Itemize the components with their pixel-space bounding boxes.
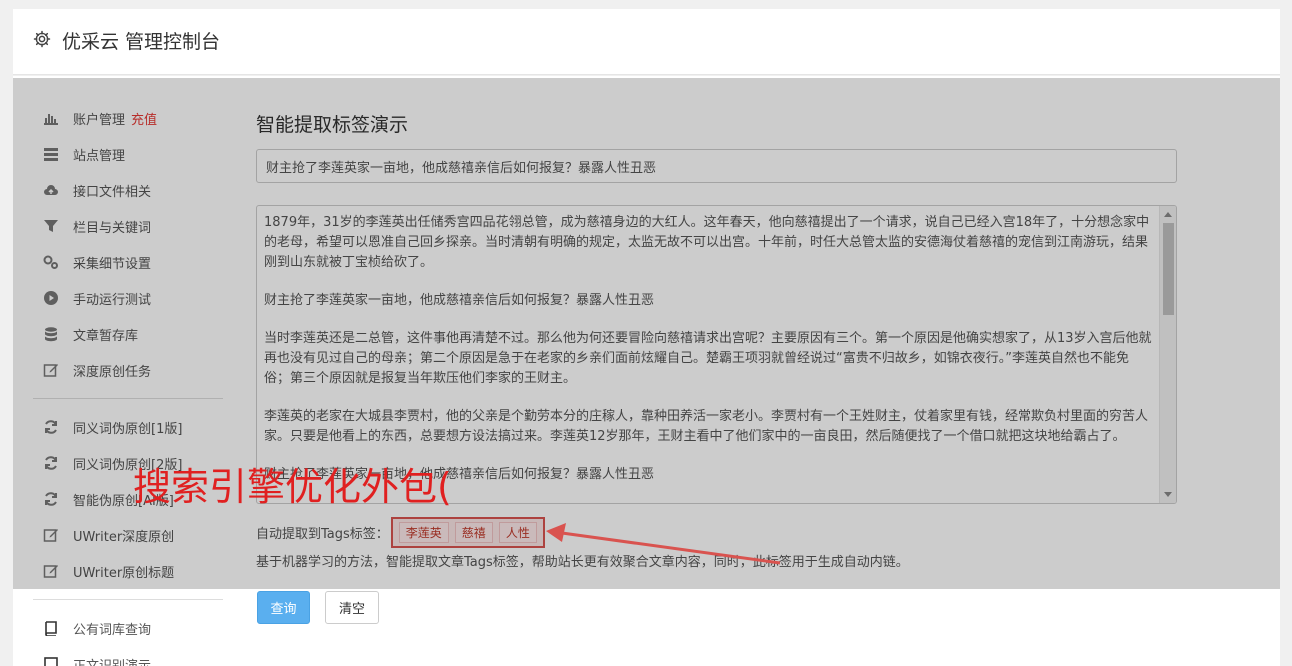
sidebar-item-collect-settings[interactable]: 采集细节设置 bbox=[43, 252, 151, 272]
edit-icon bbox=[43, 364, 58, 377]
textarea-scrollbar[interactable] bbox=[1159, 206, 1176, 503]
sidebar-item-label: 深度原创任务 bbox=[73, 364, 152, 380]
scroll-down-arrow-icon[interactable] bbox=[1164, 492, 1172, 497]
tags-label: 自动提取到Tags标签： bbox=[256, 527, 389, 542]
sidebar-item-label: 同义词伪原创[1版] bbox=[73, 421, 183, 437]
tag-chip: 人性 bbox=[498, 522, 537, 543]
refresh-icon bbox=[45, 492, 57, 506]
sidebar-item-label: 接口文件相关 bbox=[73, 184, 152, 200]
top-bar: 优采云 管理控制台 bbox=[13, 9, 1280, 75]
gear-icon bbox=[33, 30, 51, 48]
tag-chip: 慈禧 bbox=[454, 522, 493, 543]
sidebar-item-uwriter-title[interactable]: UWriter原创标题 bbox=[43, 561, 174, 581]
list-icon bbox=[44, 148, 58, 161]
edit-icon bbox=[43, 529, 58, 542]
article-paragraph: 1879年，31岁的李莲英出任储秀宫四品花翎总管，成为慈禧身边的大红人。这年春天… bbox=[264, 215, 1150, 270]
database-icon bbox=[45, 327, 57, 342]
edit-icon bbox=[43, 565, 58, 578]
refresh-icon bbox=[45, 456, 57, 470]
sidebar-item-label: UWriter深度原创 bbox=[73, 529, 175, 545]
scroll-thumb[interactable] bbox=[1163, 223, 1174, 315]
sidebar-item-label: 栏目与关键词 bbox=[73, 220, 152, 236]
sidebar-item-label: 公有词库查询 bbox=[73, 622, 152, 638]
sidebar-item-label: 站点管理 bbox=[73, 148, 126, 164]
sidebar-item-account[interactable]: 账户管理 充值 bbox=[43, 108, 157, 128]
bar-chart-icon bbox=[44, 114, 58, 125]
sidebar-item-synonym-v1[interactable]: 同义词伪原创[1版] bbox=[43, 417, 182, 437]
sidebar-item-label: 账户管理 bbox=[73, 112, 126, 128]
sidebar-item-text-recognition[interactable]: 正文识别演示 bbox=[43, 654, 151, 666]
page-title: 智能提取标签演示 bbox=[256, 114, 409, 136]
article-title-input[interactable] bbox=[256, 149, 1177, 183]
refresh-icon bbox=[45, 420, 57, 434]
sidebar-item-uwriter-deep[interactable]: UWriter深度原创 bbox=[43, 525, 174, 545]
article-paragraph: 李莲英的老家在大城县李贾村，他的父亲是个勤劳本分的庄稼人，靠种田养活一家老小。李… bbox=[264, 409, 1149, 444]
sidebar-item-label: 手动运行测试 bbox=[73, 292, 152, 308]
sidebar-item-label: 采集细节设置 bbox=[73, 256, 152, 272]
sidebar-divider bbox=[33, 398, 223, 399]
sidebar-divider bbox=[33, 599, 223, 600]
sidebar-item-article-storage[interactable]: 文章暂存库 bbox=[43, 324, 138, 344]
feature-description: 基于机器学习的方法，智能提取文章Tags标签，帮助站长更有效聚合文章内容，同时，… bbox=[256, 555, 909, 570]
sidebar-item-interface[interactable]: 接口文件相关 bbox=[43, 180, 151, 200]
watermark-text: 搜索引擎优化外包( bbox=[133, 465, 452, 509]
sidebar-item-label: 文章暂存库 bbox=[73, 328, 139, 344]
cloud-upload-icon bbox=[44, 185, 58, 195]
sidebar-item-manual-run[interactable]: 手动运行测试 bbox=[43, 288, 151, 308]
clear-button[interactable]: 清空 bbox=[325, 591, 379, 624]
sidebar-item-label: 正文识别演示 bbox=[73, 658, 152, 666]
sidebar-item-sites[interactable]: 站点管理 bbox=[43, 144, 125, 164]
tag-chip: 李莲英 bbox=[398, 522, 449, 543]
tags-result-row: 自动提取到Tags标签： 李莲英 慈禧 人性 bbox=[256, 517, 545, 548]
tags-highlight-box: 李莲英 慈禧 人性 bbox=[390, 517, 545, 548]
app-title: 优采云 管理控制台 bbox=[62, 31, 221, 53]
recharge-link[interactable]: 充值 bbox=[131, 109, 157, 128]
article-paragraph: 财主抢了李莲英家一亩地，他成慈禧亲信后如何报复？暴露人性丑恶 bbox=[264, 293, 655, 308]
filter-icon bbox=[44, 220, 58, 232]
square-icon bbox=[44, 657, 58, 666]
sidebar-item-deep-original[interactable]: 深度原创任务 bbox=[43, 360, 151, 380]
book-icon bbox=[45, 621, 57, 636]
scroll-up-arrow-icon[interactable] bbox=[1164, 212, 1172, 217]
query-button[interactable]: 查询 bbox=[257, 591, 310, 624]
sidebar-item-public-lexicon[interactable]: 公有词库查询 bbox=[43, 618, 151, 638]
sidebar-item-columns[interactable]: 栏目与关键词 bbox=[43, 216, 151, 236]
play-circle-icon bbox=[44, 291, 58, 305]
article-paragraph: 当时李莲英还是二总管，这件事他再清楚不过。那么他为何还要冒险向慈禧请求出宫呢？主… bbox=[264, 331, 1152, 386]
sidebar-item-label: UWriter原创标题 bbox=[73, 565, 175, 581]
gears-icon bbox=[43, 255, 58, 269]
